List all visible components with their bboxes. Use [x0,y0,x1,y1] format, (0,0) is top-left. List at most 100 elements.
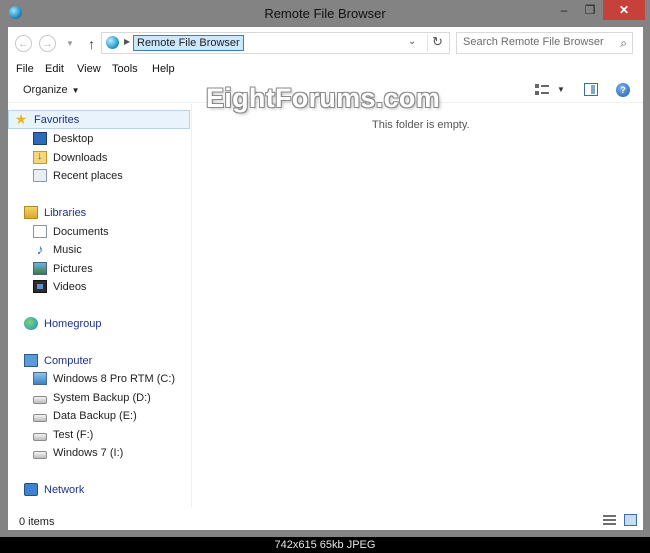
preview-pane-icon[interactable] [584,83,598,96]
view-grid-icon [535,84,539,88]
list-line-icon [603,515,616,517]
empty-folder-message: This folder is empty. [372,119,470,131]
nav-drive-i[interactable]: Windows 7 (I:) [33,443,123,462]
search-input[interactable] [463,36,613,48]
nav-favorites-label: Favorites [34,113,80,126]
music-icon: ♪ [36,241,44,257]
nav-libraries[interactable]: Libraries [24,203,86,222]
menu-bar: File Edit View Tools Help [8,60,643,79]
menu-edit[interactable]: Edit [45,63,64,75]
title-bar[interactable]: Remote File Browser – ❐ ✕ [0,0,650,26]
arrow-right-icon: → [42,37,53,50]
address-input[interactable]: Remote File Browser [133,35,244,51]
image-caption: 742x615 65kb JPEG [0,537,650,553]
nav-drive-c-label: Windows 8 Pro RTM (C:) [53,372,176,385]
arrow-up-icon: ↑ [88,35,95,52]
nav-recent-places-label: Recent places [53,169,123,182]
nav-pictures-label: Pictures [53,262,93,275]
system-drive-icon [33,372,47,385]
change-view-button[interactable] [535,84,549,96]
nav-computer-label: Computer [44,354,93,367]
nav-desktop[interactable]: Desktop [33,129,93,148]
status-bar: 0 items [8,507,643,530]
explorer-client-area: ← → ▼ ↑ ▶ Remote File Browser ⌄ ↻ ⌕ File… [8,27,643,530]
nav-drive-i-label: Windows 7 (I:) [53,446,124,459]
nav-drive-d[interactable]: System Backup (D:) [33,388,151,407]
forward-button[interactable]: → [39,35,56,52]
organize-button[interactable]: Organize ▼ [23,84,80,96]
large-icons-view-button[interactable] [624,514,637,526]
organize-label: Organize [23,84,68,96]
menu-help[interactable]: Help [152,63,175,75]
maximize-button[interactable]: ❐ [577,0,603,20]
menu-file[interactable]: File [16,63,34,75]
hard-drive-icon [33,432,47,441]
pictures-icon [33,262,47,275]
chevron-down-icon[interactable]: ⌄ [408,36,416,47]
star-icon: ★ [14,111,28,127]
nav-pictures[interactable]: Pictures [33,259,93,278]
nav-downloads[interactable]: Downloads [33,148,107,167]
view-options-dropdown[interactable]: ▼ [557,85,565,94]
nav-recent-places[interactable]: Recent places [33,166,123,185]
chevron-down-icon: ▼ [66,38,74,48]
recent-locations-button[interactable]: ▼ [65,38,75,48]
view-grid-line [541,92,549,94]
hard-drive-icon [33,450,47,459]
up-button[interactable]: ↑ [83,35,100,52]
nav-computer[interactable]: Computer [24,351,92,370]
arrow-left-icon: ← [18,37,29,50]
menu-tools[interactable]: Tools [112,63,138,75]
menu-view[interactable]: View [77,63,101,75]
nav-documents[interactable]: Documents [33,222,109,241]
close-button[interactable]: ✕ [603,0,645,20]
nav-drive-e-label: Data Backup (E:) [53,409,137,422]
minimize-button[interactable]: – [551,0,577,20]
details-view-button[interactable] [603,515,616,526]
nav-favorites[interactable]: ★ Favorites [8,110,190,129]
watermark-logo: EightForums.com [206,83,441,113]
nav-downloads-label: Downloads [53,151,108,164]
view-grid-cell [535,91,539,95]
nav-videos[interactable]: Videos [33,277,86,296]
nav-libraries-label: Libraries [44,206,87,219]
documents-icon [33,225,47,238]
list-line-icon [603,523,616,525]
hard-drive-icon [33,413,47,422]
nav-drive-c[interactable]: Windows 8 Pro RTM (C:) [33,369,175,388]
nav-network[interactable]: Network [24,480,84,499]
nav-music[interactable]: ♪ Music [33,240,82,259]
address-bar[interactable]: ▶ Remote File Browser ⌄ ↻ [101,32,450,54]
help-icon[interactable]: ? [616,83,630,97]
search-box[interactable]: ⌕ [456,32,633,54]
desktop-icon [33,132,47,145]
list-line-icon [603,519,616,521]
nav-network-label: Network [44,483,85,496]
view-grid-line [541,85,549,87]
nav-drive-d-label: System Backup (D:) [53,391,151,404]
homegroup-icon [24,317,38,330]
hard-drive-icon [33,395,47,404]
nav-homegroup-label: Homegroup [44,317,102,330]
nav-music-label: Music [53,243,82,256]
refresh-button[interactable]: ↻ [427,34,447,52]
recent-places-icon [33,169,47,182]
breadcrumb-separator-icon[interactable]: ▶ [124,37,130,46]
videos-icon [33,280,47,293]
explorer-window: Remote File Browser – ❐ ✕ ← → ▼ ↑ ▶ Remo… [0,0,650,537]
libraries-icon [24,206,38,219]
nav-drive-e[interactable]: Data Backup (E:) [33,406,137,425]
network-icon [24,483,38,496]
nav-homegroup[interactable]: Homegroup [24,314,101,333]
nav-drive-f-label: Test (F:) [53,428,94,441]
address-row: ← → ▼ ↑ ▶ Remote File Browser ⌄ ↻ ⌕ [8,27,643,60]
search-icon[interactable]: ⌕ [620,36,627,51]
nav-desktop-label: Desktop [53,132,94,145]
nav-documents-label: Documents [53,225,109,238]
nav-drive-f[interactable]: Test (F:) [33,425,93,444]
back-button[interactable]: ← [15,35,32,52]
item-count: 0 items [19,516,55,528]
computer-icon [24,354,38,367]
nav-videos-label: Videos [53,280,87,293]
chevron-down-icon: ▼ [71,86,80,95]
